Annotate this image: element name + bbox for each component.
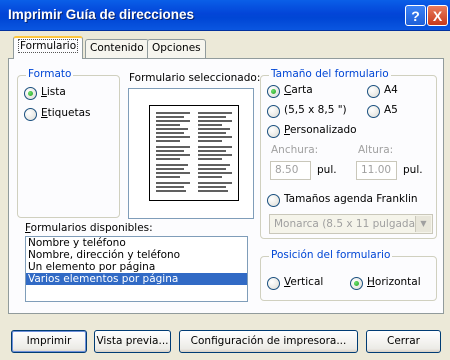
altura-input[interactable]: 11.00 [356, 161, 397, 180]
tab-label: Contenido [90, 42, 144, 54]
personalizado-label[interactable]: Personalizado [284, 124, 357, 136]
formulario-tab-panel: Formato Lista Etiquetas Formulario selec… [8, 58, 444, 314]
lista-label[interactable]: Lista [41, 86, 66, 98]
a5-label[interactable]: A5 [384, 104, 398, 116]
imprimir-button[interactable]: Imprimir [11, 330, 87, 353]
vista-previa-button[interactable]: Vista previa... [94, 330, 171, 353]
personalizado-radio[interactable] [267, 125, 280, 138]
formato-legend: Formato [26, 68, 74, 80]
formularios-disponibles-text: ormularios disponibles: [30, 222, 153, 234]
tamano-legend: Tamaño del formulario [269, 68, 391, 80]
etiquetas-label[interactable]: Etiquetas [41, 107, 90, 119]
formato-group: Formato Lista Etiquetas [17, 68, 120, 218]
lista-radio[interactable] [24, 87, 37, 100]
close-window-button[interactable]: X [427, 5, 448, 26]
cerrar-button[interactable]: Cerrar [366, 330, 441, 353]
a5-radio[interactable] [367, 105, 380, 118]
list-item[interactable]: Varios elementos por página [26, 273, 247, 285]
franklin-radio[interactable] [267, 194, 280, 207]
horizontal-label-text: orizontal [374, 276, 421, 288]
tamano-group: Tamaño del formulario Carta A4 (5,5 x 8,… [260, 68, 437, 239]
a5-label-text: A5 [384, 104, 398, 116]
configuracion-impresora-button[interactable]: Configuración de impresora... [179, 330, 358, 353]
a4-radio[interactable] [367, 85, 380, 98]
formulario-seleccionado-label: Formulario seleccionado: [129, 72, 261, 84]
half-letter-label[interactable]: (5,5 x 8,5 ") [284, 104, 347, 116]
vertical-radio[interactable] [267, 277, 280, 290]
carta-radio[interactable] [267, 85, 280, 98]
etiquetas-label-text: tiquetas [47, 107, 91, 119]
vertical-label[interactable]: Vertical [284, 276, 323, 288]
window-title: Imprimir Guía de direcciones [8, 7, 195, 22]
altura-label: Altura: [358, 144, 394, 156]
posicion-group: Posición del formulario Vertical Horizon… [260, 249, 437, 301]
a4-label[interactable]: A4 [384, 84, 398, 96]
lista-label-text: ista [46, 86, 66, 98]
tab-formulario[interactable]: Formulario [13, 36, 84, 59]
anchura-input[interactable]: 8.50 [270, 161, 311, 180]
tab-label: Opciones [152, 42, 201, 54]
etiquetas-radio[interactable] [24, 108, 37, 121]
tab-opciones[interactable]: Opciones [147, 39, 206, 58]
posicion-legend: Posición del formulario [269, 249, 393, 261]
list-item[interactable]: Nombre y teléfono [26, 237, 247, 249]
anchura-unit: pul. [317, 164, 337, 176]
formularios-disponibles-label: Formularios disponibles: [25, 222, 153, 234]
a4-label-text: A4 [384, 84, 398, 96]
tab-contenido[interactable]: Contenido [85, 39, 149, 58]
list-item[interactable]: Un elemento por página [26, 261, 247, 273]
multi-entry-page-icon [149, 105, 239, 201]
carta-label-text: arta [291, 84, 313, 96]
franklin-size-select[interactable]: Monarca (8.5 x 11 pulgadas) ▼ [269, 214, 433, 234]
horizontal-label[interactable]: Horizontal [367, 276, 421, 288]
altura-unit: pul. [403, 164, 423, 176]
tab-label: Formulario [18, 39, 79, 53]
franklin-label[interactable]: Tamaños agenda Franklin [284, 193, 418, 205]
help-button[interactable]: ? [405, 5, 426, 26]
formularios-listbox[interactable]: Nombre y teléfono Nombre, dirección y te… [25, 236, 248, 302]
list-item[interactable]: Nombre, dirección y teléfono [26, 249, 247, 261]
franklin-size-value: Monarca (8.5 x 11 pulgadas) [274, 218, 425, 230]
half-letter-radio[interactable] [267, 105, 280, 118]
horizontal-radio[interactable] [350, 277, 363, 290]
anchura-label: Anchura: [271, 144, 319, 156]
print-dialog-window: Imprimir Guía de direcciones ? X Formula… [0, 0, 450, 360]
vertical-label-text: ertical [290, 276, 324, 288]
form-preview [128, 88, 254, 219]
title-bar[interactable]: Imprimir Guía de direcciones ? X [0, 0, 450, 31]
chevron-down-icon[interactable]: ▼ [415, 216, 431, 232]
personalizado-label-text: ersonalizado [289, 124, 357, 136]
carta-label[interactable]: Carta [284, 84, 313, 96]
